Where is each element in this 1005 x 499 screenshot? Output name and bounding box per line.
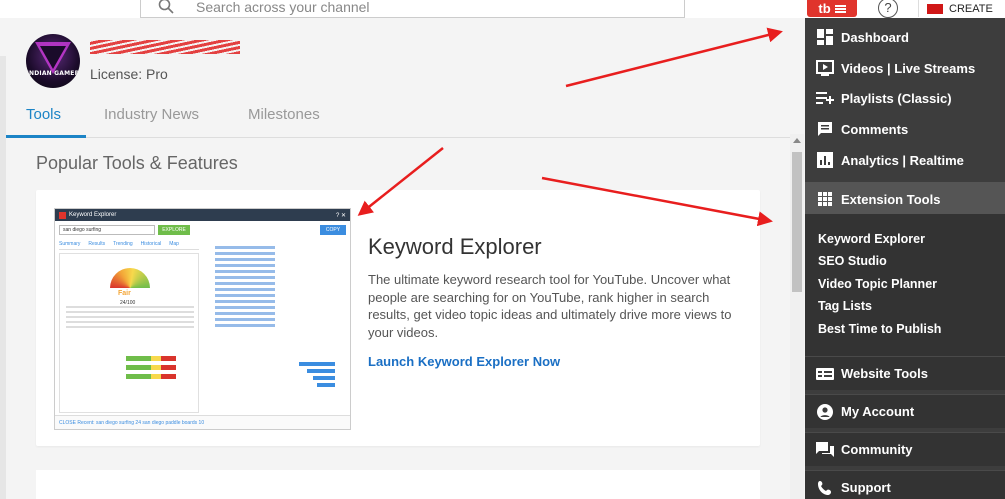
preview-tab: Summary — [59, 241, 81, 247]
preview-score-bars — [66, 356, 194, 383]
menu-item-label: Comments — [841, 121, 909, 137]
feature-card-next — [36, 470, 760, 499]
video-camera-icon — [927, 3, 943, 14]
submenu-keyword-explorer[interactable]: Keyword Explorer — [818, 232, 925, 246]
avatar[interactable]: INDIAN GAMER — [26, 34, 80, 88]
preview-search-row: san diego surfing EXPLORE — [59, 225, 190, 235]
menu-item-label: Website Tools — [841, 366, 928, 381]
menu-item-community[interactable]: Community — [805, 432, 1005, 466]
card-title: Keyword Explorer — [368, 234, 542, 259]
menu-item-label: Videos | Live Streams — [841, 60, 976, 76]
preview-footer: CLOSE Recent: san diego surfing 24 san d… — [55, 415, 350, 429]
active-tab-indicator — [6, 135, 86, 138]
video-icon — [816, 59, 834, 77]
create-button[interactable]: CREATE — [918, 0, 993, 17]
menu-item-label: Support — [841, 480, 891, 495]
menu-item-website-tools[interactable]: Website Tools — [805, 356, 1005, 390]
comment-icon — [816, 120, 834, 138]
tubebuddy-menu: Dashboard Videos | Live Streams Playlist… — [805, 18, 1005, 499]
search-icon[interactable] — [158, 0, 174, 14]
close-icon: ? ✕ — [335, 212, 346, 219]
menu-item-my-account[interactable]: My Account — [805, 394, 1005, 428]
menu-item-analytics[interactable]: Analytics | Realtime — [805, 143, 1005, 177]
preview-tag-bars — [205, 359, 335, 390]
profile-header: INDIAN GAMER License: Pro — [0, 18, 790, 98]
launch-keyword-explorer-link[interactable]: Launch Keyword Explorer Now — [368, 354, 560, 369]
preview-overall-score-panel: Fair 24/100 — [59, 253, 199, 413]
menu-item-label: Analytics | Realtime — [841, 152, 964, 168]
avatar-text: INDIAN GAMER — [26, 70, 80, 77]
extension-tools-submenu: Keyword Explorer SEO Studio Video Topic … — [805, 214, 1005, 362]
tubebuddy-menu-button[interactable]: tb — [807, 0, 857, 17]
tab-bar: Tools Industry News Milestones — [6, 98, 790, 138]
tubebuddy-logo: tb — [818, 1, 831, 16]
submenu-best-time-to-publish[interactable]: Best Time to Publish — [818, 322, 941, 336]
preview-tab: Trending — [113, 241, 133, 247]
scrollbar-thumb[interactable] — [792, 152, 802, 292]
playlist-icon — [816, 89, 834, 107]
score-label: Fair — [118, 290, 131, 297]
menu-item-support[interactable]: Support — [805, 470, 1005, 499]
menu-item-videos[interactable]: Videos | Live Streams — [805, 51, 1005, 85]
menu-item-comments[interactable]: Comments — [805, 112, 1005, 146]
dashboard-icon — [816, 28, 834, 46]
main-scrollbar[interactable] — [790, 134, 804, 499]
hamburger-icon — [834, 4, 846, 13]
preview-tab: Historical — [140, 241, 162, 247]
menu-item-playlists[interactable]: Playlists (Classic) — [805, 81, 1005, 115]
youtube-topbar: Search across your channel tb ? CREATE — [0, 0, 1005, 18]
tubebuddy-logo-icon — [59, 211, 66, 219]
menu-item-label: Community — [841, 442, 913, 457]
preview-explore-button: EXPLORE — [158, 225, 190, 235]
preview-copy-button: COPY — [320, 225, 346, 235]
menu-item-dashboard[interactable]: Dashboard — [805, 20, 1005, 54]
submenu-seo-studio[interactable]: SEO Studio — [818, 254, 887, 268]
analytics-icon — [816, 151, 834, 169]
score-gauge — [110, 268, 150, 288]
keyword-explorer-preview-image[interactable]: Keyword Explorer ? ✕ san diego surfing E… — [54, 208, 351, 430]
menu-item-label: Playlists (Classic) — [841, 90, 952, 106]
section-title: Popular Tools & Features — [36, 153, 238, 173]
preview-header: Keyword Explorer ? ✕ — [55, 209, 350, 221]
preview-query: san diego surfing — [59, 225, 155, 235]
preview-tab: Map — [169, 241, 179, 247]
menu-item-label: Extension Tools — [841, 191, 941, 207]
card-description: The ultimate keyword research tool for Y… — [368, 272, 732, 340]
menu-item-extension-tools[interactable]: Extension Tools — [805, 182, 1005, 216]
search-input[interactable]: Search across your channel — [196, 0, 370, 15]
avatar-logo-inner — [40, 46, 66, 69]
channel-name-redacted — [90, 40, 242, 56]
help-icon[interactable]: ? — [878, 0, 898, 18]
tab-tools[interactable]: Tools — [26, 106, 61, 123]
panel-left-edge — [0, 56, 6, 499]
website-icon — [816, 365, 834, 383]
support-icon — [816, 479, 834, 497]
tab-milestones[interactable]: Milestones — [248, 106, 320, 123]
preview-header-title: Keyword Explorer — [69, 212, 117, 218]
redaction-scribble — [90, 40, 240, 54]
create-label: CREATE — [949, 2, 993, 15]
preview-tab: Results — [88, 241, 106, 247]
license-label: License: Pro — [90, 66, 168, 82]
account-icon — [816, 403, 834, 421]
submenu-video-topic-planner[interactable]: Video Topic Planner — [818, 277, 937, 291]
preview-text-lines — [66, 306, 194, 331]
submenu-tag-lists[interactable]: Tag Lists — [818, 299, 872, 313]
preview-tabs: Summary Results Trending Historical Map — [59, 241, 199, 250]
menu-item-label: My Account — [841, 404, 915, 419]
community-icon — [816, 441, 834, 459]
menu-item-label: Dashboard — [841, 29, 909, 45]
grid-icon — [816, 190, 834, 208]
tab-industry-news[interactable]: Industry News — [104, 106, 199, 123]
feature-card-keyword-explorer: Keyword Explorer ? ✕ san diego surfing E… — [36, 190, 760, 446]
scroll-up-icon[interactable] — [793, 138, 801, 143]
